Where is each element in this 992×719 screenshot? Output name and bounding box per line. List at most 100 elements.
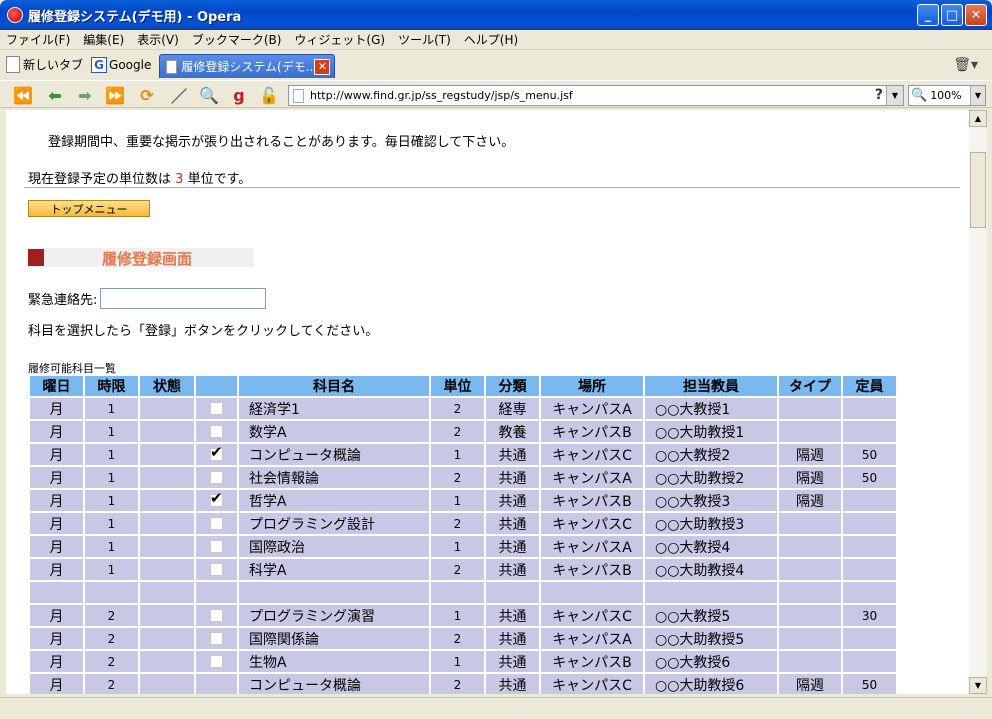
zoom-control[interactable]: 🔍 100% ▼ xyxy=(908,85,986,106)
cell-select xyxy=(196,559,237,580)
units-prefix: 現在登録予定の単位数は xyxy=(28,172,172,187)
course-checkbox[interactable] xyxy=(210,402,223,415)
cell-course-name: 哲学A xyxy=(239,490,429,511)
page-icon xyxy=(293,88,304,103)
cell-day: 月 xyxy=(30,398,83,419)
menu-bookmarks[interactable]: ブックマーク(B) xyxy=(192,31,282,48)
cell-capacity xyxy=(843,490,896,511)
menu-edit[interactable]: 編集(E) xyxy=(83,31,124,48)
cell-status xyxy=(140,559,194,580)
title-bar: 履修登録システム(デモ用) - Opera _ □ ✕ xyxy=(0,0,992,30)
cell-select xyxy=(196,489,237,511)
search-icon[interactable]: 🔍 xyxy=(198,85,220,105)
cell-units: 1 xyxy=(431,605,484,626)
divider xyxy=(24,187,960,188)
cell-capacity: 50 xyxy=(843,674,896,694)
cell-select xyxy=(196,513,237,534)
course-checkbox[interactable] xyxy=(210,517,223,530)
cell-status xyxy=(140,674,194,694)
cell-status xyxy=(140,444,194,465)
page-content: 登録期間中、重要な掲示が張り出されることがあります。毎日確認して下さい。 現在登… xyxy=(6,110,969,694)
address-bar[interactable]: http://www.find.gr.jp/ss_regstudy/jsp/s_… xyxy=(288,85,904,106)
cell-period: 1 xyxy=(85,490,138,511)
page-icon xyxy=(166,59,178,74)
new-tab-button[interactable]: 新しいタブ xyxy=(6,56,83,73)
cell-capacity: 30 xyxy=(843,605,896,626)
cell-category: 共通 xyxy=(486,651,539,672)
cell-teacher: ○○大教授1 xyxy=(645,398,777,419)
menu-help[interactable]: ヘルプ(H) xyxy=(464,31,518,48)
course-checkbox[interactable] xyxy=(210,540,223,553)
menu-widgets[interactable]: ウィジェット(G) xyxy=(294,31,385,48)
contact-input[interactable] xyxy=(100,288,267,309)
cell-period: 1 xyxy=(85,444,138,465)
course-checkbox[interactable] xyxy=(210,655,223,668)
scroll-thumb[interactable] xyxy=(970,152,986,228)
menu-tools[interactable]: ツール(T) xyxy=(398,31,451,48)
header-period: 時限 xyxy=(85,376,138,396)
tab-bar: 新しいタブ G Google 履修登録システム(デモ... ✕ 🗑▾ xyxy=(0,51,992,78)
course-checkbox[interactable] xyxy=(210,471,223,484)
cell-status xyxy=(140,467,194,488)
course-table-body: 月 1 経済学1 2 経専 キャンパスA ○○大教授1 月 1 数学A 2 教養 キャンパスB ○○大助教… xyxy=(30,398,896,694)
cell-place: キャンパスB xyxy=(541,559,643,580)
course-checkbox[interactable] xyxy=(210,563,223,576)
cell-units: 1 xyxy=(431,490,484,511)
cell-place: キャンパスB xyxy=(541,421,643,442)
course-checkbox[interactable] xyxy=(210,609,223,622)
scroll-down-icon[interactable]: ▼ xyxy=(969,677,987,694)
cell-teacher: ○○大助教授1 xyxy=(645,421,777,442)
course-checkbox[interactable] xyxy=(210,443,223,461)
cell-day: 月 xyxy=(30,444,83,465)
top-menu-button[interactable]: トップメニュー xyxy=(28,200,150,217)
maximize-button[interactable]: □ xyxy=(941,4,963,26)
menu-view[interactable]: 表示(V) xyxy=(137,31,179,48)
address-url[interactable]: http://www.find.gr.jp/ss_regstudy/jsp/s_… xyxy=(310,89,573,102)
lock-icon[interactable]: 🔓 xyxy=(258,85,280,105)
scroll-up-icon[interactable]: ▲ xyxy=(969,110,987,127)
cell-place: キャンパスC xyxy=(541,444,643,465)
contact-row: 緊急連絡先: xyxy=(28,288,267,309)
table-row: 月 1 社会情報論 2 共通 キャンパスA ○○大助教授2 隔週 50 xyxy=(30,467,896,488)
tab-active[interactable]: 履修登録システム(デモ... ✕ xyxy=(159,54,336,78)
minimize-button[interactable]: _ xyxy=(917,4,939,26)
course-checkbox[interactable] xyxy=(210,489,223,507)
gadget-icon[interactable]: g xyxy=(228,85,250,105)
zoom-dropdown-icon[interactable]: ▼ xyxy=(970,86,985,105)
google-bookmark[interactable]: G Google xyxy=(91,56,151,73)
cell-type: 隔週 xyxy=(779,490,841,511)
fast-forward-icon[interactable]: ⏩ xyxy=(104,85,126,105)
course-checkbox[interactable] xyxy=(210,425,223,438)
back-icon[interactable]: ⬅ xyxy=(44,85,66,105)
help-icon[interactable]: ? xyxy=(875,87,883,103)
cell-type xyxy=(779,582,841,603)
rewind-icon[interactable]: ⏪ xyxy=(12,85,34,105)
cell-teacher: ○○大助教授2 xyxy=(645,467,777,488)
cell-select xyxy=(196,398,237,419)
tab-close-icon[interactable]: ✕ xyxy=(314,58,331,75)
vertical-scrollbar[interactable]: ▲ ▼ xyxy=(969,110,987,694)
cell-period: 2 xyxy=(85,651,138,672)
table-row: 月 1 国際政治 1 共通 キャンパスA ○○大教授4 xyxy=(30,536,896,557)
cell-day: 月 xyxy=(30,559,83,580)
reload-icon[interactable]: ⟳ xyxy=(136,85,158,105)
cell-period: 2 xyxy=(85,628,138,649)
cell-type xyxy=(779,628,841,649)
zoom-value: 100% xyxy=(930,89,962,102)
cell-category: 共通 xyxy=(486,536,539,557)
cell-type xyxy=(779,398,841,419)
heading-marker xyxy=(28,249,44,266)
edit-icon[interactable]: ／ xyxy=(168,85,190,106)
course-checkbox[interactable] xyxy=(210,632,223,645)
cell-capacity xyxy=(843,513,896,534)
trash-icon[interactable]: 🗑▾ xyxy=(953,57,978,73)
close-button[interactable]: ✕ xyxy=(965,4,987,26)
menu-file[interactable]: ファイル(F) xyxy=(6,31,70,48)
cell-type xyxy=(779,513,841,534)
cell-status xyxy=(140,536,194,557)
address-dropdown-icon[interactable]: ▼ xyxy=(886,86,903,105)
forward-icon[interactable]: ➡ xyxy=(74,85,96,105)
header-teacher: 担当教員 xyxy=(645,376,777,396)
cell-category: 共通 xyxy=(486,559,539,580)
window-title: 履修登録システム(デモ用) - Opera xyxy=(28,9,242,25)
